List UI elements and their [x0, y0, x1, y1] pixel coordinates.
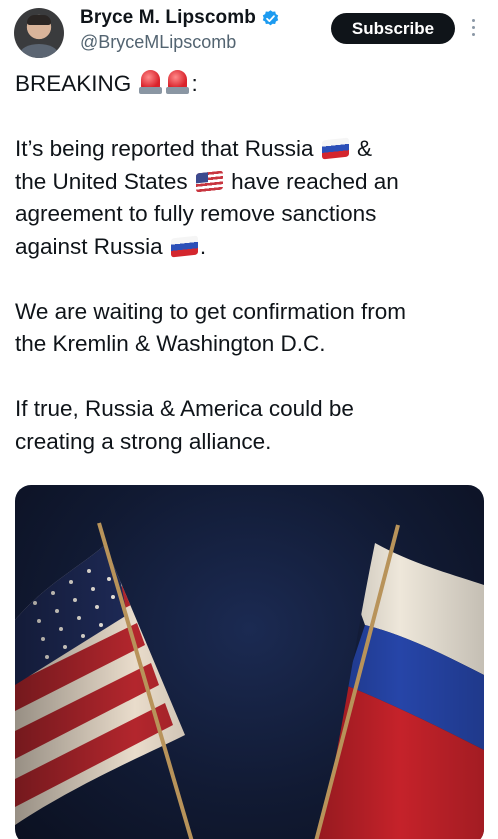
text-segment: It’s being reported that Russia — [15, 136, 314, 161]
text-segment: have reached an — [231, 168, 399, 194]
subscribe-button[interactable]: Subscribe — [331, 13, 455, 44]
police-siren-emoji — [138, 68, 163, 95]
flags-illustration — [15, 522, 484, 839]
text-segment: If true, Russia & America could be — [15, 396, 354, 421]
name-row[interactable]: Bryce M. Lipscomb — [80, 6, 280, 30]
usa-flag-graphic — [15, 522, 194, 839]
tweet-paragraph-confirmation: We are waiting to get confirmation from … — [15, 296, 490, 361]
avatar-hair — [27, 15, 51, 25]
text-segment: . — [199, 233, 207, 259]
text-segment: We are waiting to get confirmation from — [15, 298, 407, 324]
text-segment: agreement to fully remove sanctions — [15, 201, 377, 226]
verified-badge-icon — [262, 9, 279, 25]
tweet-line-breaking: BREAKING : — [15, 68, 490, 101]
russia-flag-emoji — [321, 137, 349, 160]
text-segment: against Russia — [15, 233, 163, 259]
tweet-paragraph-report: It’s being reported that Russia & the Un… — [15, 133, 490, 263]
avatar-shirt — [20, 44, 58, 58]
user-handle[interactable]: @BryceMLipscomb — [80, 32, 236, 53]
usa-flag-emoji — [195, 170, 223, 192]
avatar[interactable] — [14, 8, 64, 58]
tweet-image[interactable] — [15, 485, 484, 839]
text-segment: creating a strong alliance. — [15, 428, 272, 454]
police-siren-emoji — [165, 68, 190, 95]
russia-flag-graphic — [314, 524, 484, 839]
text-segment: the Kremlin & Washington D.C. — [15, 331, 326, 356]
display-name[interactable]: Bryce M. Lipscomb — [80, 7, 256, 29]
russia-flag-emoji — [170, 235, 198, 257]
breaking-label: BREAKING — [15, 71, 132, 96]
text-segment: & — [357, 136, 373, 161]
tweet-paragraph-alliance: If true, Russia & America could be creat… — [15, 393, 490, 458]
tweet-header: Bryce M. Lipscomb @BryceMLipscomb Subscr… — [0, 0, 498, 62]
tweet-text: BREAKING : It’s being reported that Russ… — [15, 68, 490, 458]
more-vertical-icon[interactable] — [468, 17, 478, 41]
text-segment: the United States — [15, 168, 188, 194]
breaking-colon: : — [191, 71, 198, 96]
